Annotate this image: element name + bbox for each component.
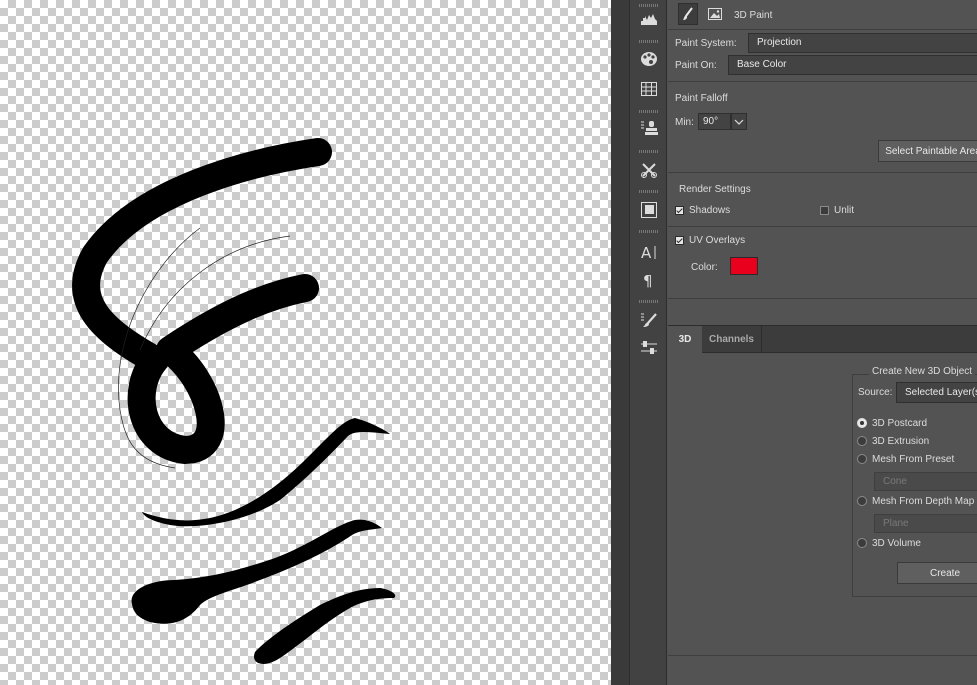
- divider: [668, 172, 977, 173]
- chevron-down-icon: [734, 119, 744, 125]
- strip-grip[interactable]: [639, 300, 659, 303]
- stroke-4: [254, 588, 396, 664]
- option-3d-postcard: 3D Postcard: [872, 418, 928, 429]
- divider: [668, 29, 977, 30]
- preset-select[interactable]: Cone: [874, 472, 977, 491]
- source-select[interactable]: Selected Layer(s): [896, 382, 977, 403]
- brush-settings-icon[interactable]: [636, 309, 662, 331]
- option-mesh-from-preset: Mesh From Preset: [872, 454, 955, 465]
- uv-overlays-checkbox[interactable]: [675, 236, 684, 245]
- 3d-panel: Create New 3D Object Source: Selected La…: [668, 353, 977, 685]
- tool-presets-icon[interactable]: [636, 159, 662, 181]
- radio-3d-postcard[interactable]: [857, 418, 867, 428]
- strip-grip[interactable]: [639, 110, 659, 113]
- radio-mesh-from-depth-map[interactable]: [857, 496, 867, 506]
- histogram-icon[interactable]: [636, 8, 662, 30]
- canvas-scrollbar-gutter: [611, 0, 629, 685]
- radio-3d-extrusion[interactable]: [857, 436, 867, 446]
- 3d-paint-properties-panel: 3D Paint Paint System: Projection Paint …: [668, 0, 977, 325]
- adjustments-icon[interactable]: [636, 199, 662, 221]
- tab-channels[interactable]: Channels: [702, 326, 762, 353]
- panel-tab-bar: 3D Channels: [668, 325, 977, 353]
- strip-grip[interactable]: [639, 230, 659, 233]
- paint-falloff-label: Paint Falloff: [675, 93, 728, 104]
- paint-on-label: Paint On:: [675, 60, 717, 71]
- swatches-grid-icon[interactable]: [636, 78, 662, 100]
- unlit-label: Unlit: [834, 205, 855, 216]
- min-falloff-input[interactable]: 90°: [698, 113, 731, 130]
- unlit-checkbox[interactable]: [820, 206, 829, 215]
- paragraph-icon[interactable]: ¶: [636, 269, 662, 291]
- render-settings-label: Render Settings: [679, 184, 751, 195]
- clone-source-icon[interactable]: [636, 117, 662, 139]
- paint-on-select[interactable]: Base Color: [728, 55, 977, 75]
- divider: [668, 655, 977, 656]
- strip-grip[interactable]: [639, 40, 659, 43]
- shadows-label: Shadows: [689, 205, 731, 216]
- option-3d-extrusion: 3D Extrusion: [872, 436, 930, 447]
- option-mesh-from-depth-map: Mesh From Depth Map: [872, 496, 975, 507]
- panel-title: 3D Paint: [734, 10, 773, 21]
- panel-icon-strip: A ¶: [629, 0, 667, 685]
- create-3d-legend: Create New 3D Object: [869, 366, 976, 377]
- uv-color-label: Color:: [691, 262, 718, 273]
- tab-3d[interactable]: 3D: [668, 326, 702, 353]
- divider: [668, 226, 977, 227]
- min-label: Min:: [675, 117, 694, 128]
- properties-sliders-icon[interactable]: [636, 337, 662, 359]
- create-button[interactable]: Create: [897, 562, 977, 584]
- svg-text:A: A: [641, 244, 652, 260]
- loop-stroke: [72, 138, 332, 464]
- image-mode-icon[interactable]: [708, 8, 722, 23]
- stroke-2: [142, 418, 390, 527]
- uv-overlays-label: UV Overlays: [689, 235, 746, 246]
- depth-map-select[interactable]: Plane: [874, 514, 977, 533]
- brush-mode-icon[interactable]: [678, 3, 698, 25]
- divider: [668, 298, 977, 299]
- radio-mesh-from-preset[interactable]: [857, 454, 867, 464]
- document-canvas[interactable]: [0, 0, 611, 685]
- min-falloff-dropdown[interactable]: [731, 113, 747, 130]
- paint-system-select[interactable]: Projection: [748, 33, 977, 53]
- select-paintable-area-button[interactable]: Select Paintable Area: [878, 140, 977, 162]
- character-icon[interactable]: A: [636, 241, 662, 263]
- strip-grip[interactable]: [639, 4, 659, 7]
- divider: [668, 81, 977, 82]
- color-palette-icon[interactable]: [636, 48, 662, 70]
- uv-overlay-color-swatch[interactable]: [730, 257, 758, 275]
- strip-grip[interactable]: [639, 190, 659, 193]
- shadows-checkbox[interactable]: [675, 206, 684, 215]
- strip-grip[interactable]: [639, 150, 659, 153]
- brush-strokes: [72, 138, 396, 664]
- paint-system-label: Paint System:: [675, 38, 737, 49]
- source-label: Source:: [858, 387, 893, 398]
- radio-3d-volume[interactable]: [857, 538, 867, 548]
- option-3d-volume: 3D Volume: [872, 538, 921, 549]
- svg-text:¶: ¶: [643, 272, 653, 288]
